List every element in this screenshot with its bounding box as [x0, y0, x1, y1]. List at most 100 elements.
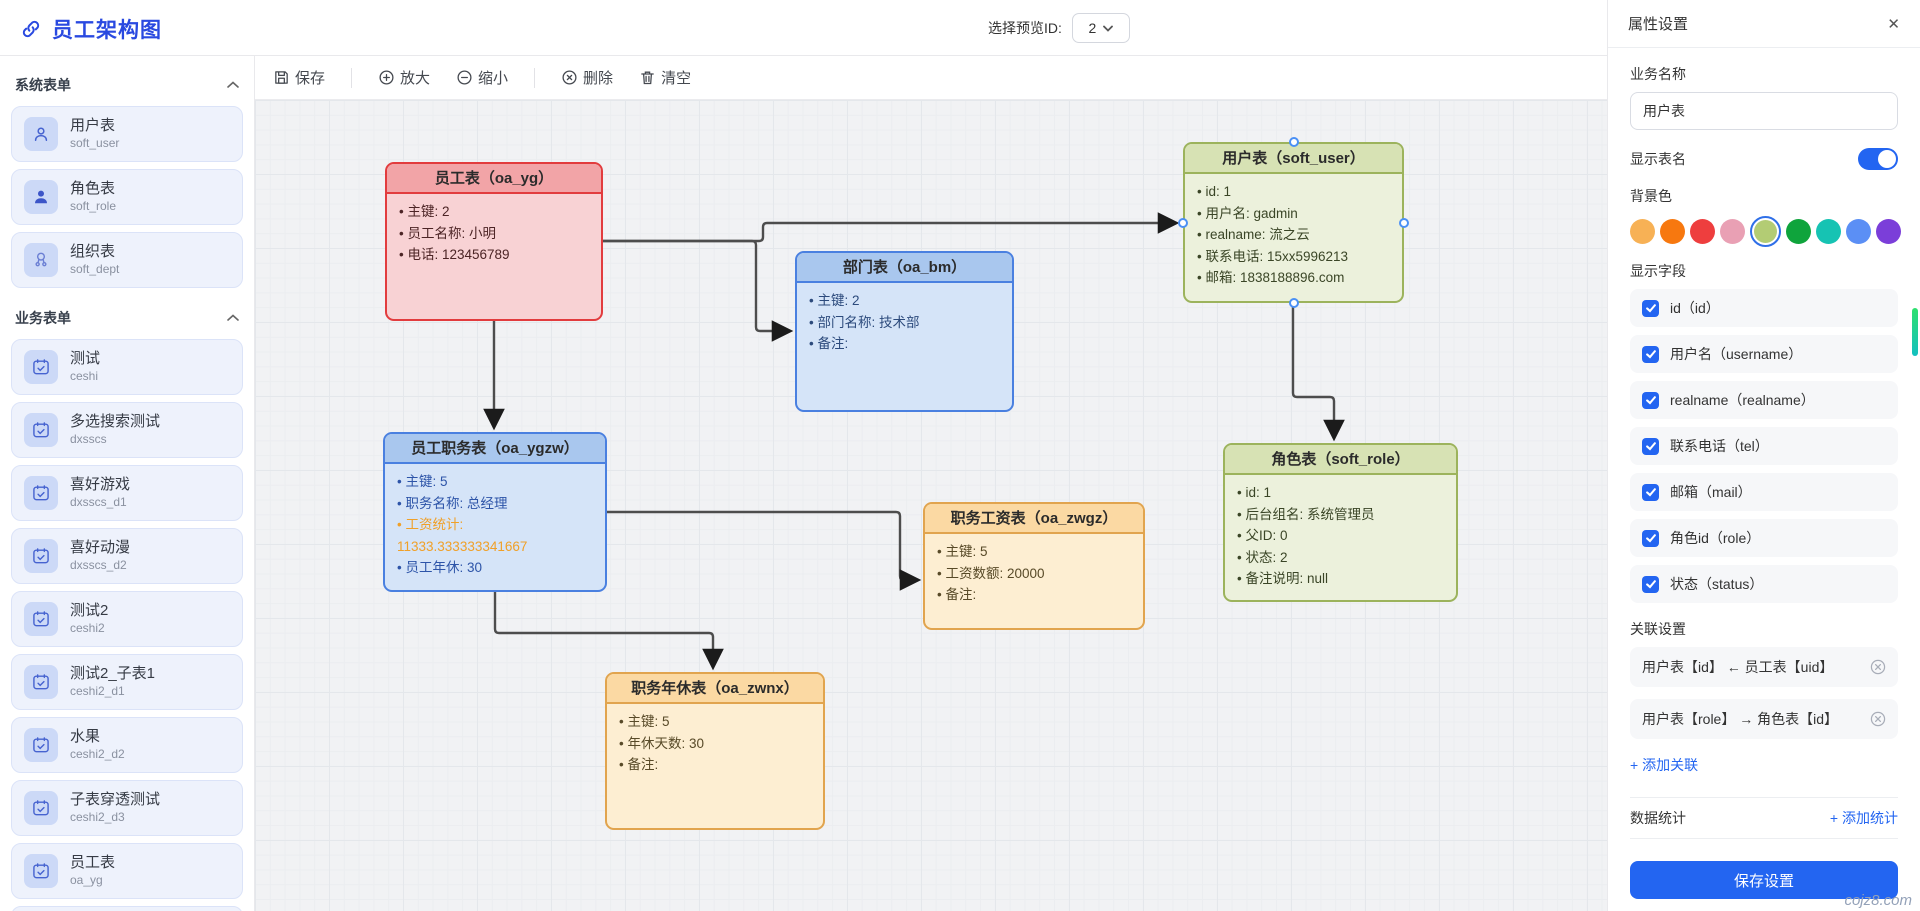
node-field: 状态: 2 — [1237, 547, 1444, 569]
checkbox-checked-icon[interactable] — [1642, 438, 1659, 455]
add-relation-link[interactable]: + 添加关联 — [1630, 755, 1698, 775]
field-row-realname[interactable]: realname（realname） — [1630, 381, 1898, 419]
color-swatch[interactable] — [1630, 219, 1655, 244]
sidebar-item-soft-dept[interactable]: 组织表 soft_dept — [11, 232, 243, 288]
connection-point-top[interactable] — [1289, 137, 1299, 147]
node-field: 备注: — [809, 333, 1000, 355]
form-icon — [24, 350, 58, 384]
checkbox-checked-icon[interactable] — [1642, 392, 1659, 409]
form-icon — [24, 413, 58, 447]
relation-row: 用户表【id】 ← 员工表【uid】 — [1630, 647, 1898, 687]
table-node-oa-zwgz[interactable]: 职务工资表（oa_zwgz） 主键: 5 工资数额: 20000 备注: — [923, 502, 1145, 630]
sidebar-item-partial[interactable] — [11, 906, 243, 911]
sidebar-item-dxsscs-d1[interactable]: 喜好游戏dxsscs_d1 — [11, 465, 243, 521]
color-swatch[interactable] — [1786, 219, 1811, 244]
color-swatch[interactable] — [1816, 219, 1841, 244]
zoom-out-label: 缩小 — [478, 67, 508, 88]
sidebar-item-ceshi2-d3[interactable]: 子表穿透测试ceshi2_d3 — [11, 780, 243, 836]
table-node-soft-role[interactable]: 角色表（soft_role） id: 1 后台组名: 系统管理员 父ID: 0 … — [1223, 443, 1458, 602]
sidebar-item-dxsscs[interactable]: 多选搜索测试dxsscs — [11, 402, 243, 458]
color-swatch[interactable] — [1876, 219, 1901, 244]
chevron-up-icon[interactable] — [227, 314, 239, 322]
connection-point-right[interactable] — [1399, 218, 1409, 228]
color-swatch[interactable] — [1660, 219, 1685, 244]
field-row-username[interactable]: 用户名（username） — [1630, 335, 1898, 373]
field-row-id[interactable]: id（id） — [1630, 289, 1898, 327]
node-field: 主键: 5 — [619, 711, 811, 733]
toolbar-divider — [351, 68, 352, 88]
field-row-mail[interactable]: 邮箱（mail） — [1630, 473, 1898, 511]
color-swatch[interactable] — [1720, 219, 1745, 244]
section-business-forms[interactable]: 业务表单 — [11, 303, 243, 333]
checkbox-checked-icon[interactable] — [1642, 484, 1659, 501]
checkbox-checked-icon[interactable] — [1642, 576, 1659, 593]
close-icon[interactable]: ✕ — [1887, 15, 1900, 33]
sidebar-item-soft-role[interactable]: 角色表 soft_role — [11, 169, 243, 225]
node-title: 员工职务表（oa_ygzw） — [385, 434, 605, 464]
form-icon — [24, 476, 58, 510]
sidebar-item-ceshi2-d2[interactable]: 水果ceshi2_d2 — [11, 717, 243, 773]
section-system-forms[interactable]: 系统表单 — [11, 70, 243, 100]
field-row-role[interactable]: 角色id（role） — [1630, 519, 1898, 557]
clear-button[interactable]: 清空 — [639, 67, 691, 88]
color-swatch[interactable] — [1690, 219, 1715, 244]
table-node-oa-ygzw[interactable]: 员工职务表（oa_ygzw） 主键: 5 职务名称: 总经理 工资统计: 113… — [383, 432, 607, 592]
checkbox-checked-icon[interactable] — [1642, 530, 1659, 547]
sidebar-item-label: 测试2_子表1 — [70, 665, 155, 684]
table-node-soft-user[interactable]: 用户表（soft_user） id: 1 用户名: gadmin realnam… — [1183, 142, 1404, 303]
connection-point-left[interactable] — [1178, 218, 1188, 228]
form-icon — [24, 665, 58, 699]
section-title: 业务表单 — [15, 308, 71, 328]
zoom-in-button[interactable]: 放大 — [378, 67, 430, 88]
relation-text: 用户表【role】 → 角色表【id】 — [1642, 709, 1838, 729]
field-label: 邮箱（mail） — [1670, 482, 1752, 502]
table-node-oa-yg[interactable]: 员工表（oa_yg） 主键: 2 员工名称: 小明 电话: 123456789 — [385, 162, 603, 321]
sidebar-item-code: soft_dept — [70, 262, 119, 277]
color-swatch-selected[interactable] — [1750, 216, 1781, 247]
business-name-input[interactable] — [1630, 92, 1898, 130]
remove-relation-icon[interactable] — [1870, 711, 1886, 727]
delete-button[interactable]: 删除 — [561, 67, 613, 88]
user-icon — [24, 117, 58, 151]
delete-label: 删除 — [583, 67, 613, 88]
sidebar-item-dxsscs-d2[interactable]: 喜好动漫dxsscs_d2 — [11, 528, 243, 584]
remove-relation-icon[interactable] — [1870, 659, 1886, 675]
table-node-oa-zwnx[interactable]: 职务年休表（oa_zwnx） 主键: 5 年休天数: 30 备注: — [605, 672, 825, 830]
sidebar-item-label: 子表穿透测试 — [70, 791, 160, 810]
sidebar-item-oa-yg[interactable]: 员工表oa_yg — [11, 843, 243, 899]
sidebar-item-label: 喜好动漫 — [70, 539, 130, 558]
sidebar-item-ceshi[interactable]: 测试ceshi — [11, 339, 243, 395]
add-stats-link[interactable]: + 添加统计 — [1830, 808, 1898, 828]
sidebar-item-ceshi2[interactable]: 测试2ceshi2 — [11, 591, 243, 647]
form-icon — [24, 539, 58, 573]
node-field: 用户名: gadmin — [1197, 203, 1390, 225]
data-stats-label: 数据统计 — [1630, 808, 1686, 828]
save-icon — [273, 69, 290, 86]
sidebar-item-soft-user[interactable]: 用户表 soft_user — [11, 106, 243, 162]
checkbox-checked-icon[interactable] — [1642, 300, 1659, 317]
chevron-up-icon[interactable] — [227, 81, 239, 89]
checkbox-checked-icon[interactable] — [1642, 346, 1659, 363]
node-title: 用户表（soft_user） — [1185, 144, 1402, 174]
node-field: 后台组名: 系统管理员 — [1237, 504, 1444, 526]
preview-id-select[interactable]: 2 — [1072, 13, 1130, 43]
color-swatch[interactable] — [1846, 219, 1871, 244]
show-table-name-toggle[interactable] — [1858, 148, 1898, 170]
connection-point-bottom[interactable] — [1289, 298, 1299, 308]
scrollbar-thumb[interactable] — [1912, 308, 1918, 356]
sidebar-item-ceshi2-d1[interactable]: 测试2_子表1ceshi2_d1 — [11, 654, 243, 710]
node-title: 员工表（oa_yg） — [387, 164, 601, 194]
sidebar-item-label: 水果 — [70, 728, 125, 747]
diagram-canvas[interactable]: 员工表（oa_yg） 主键: 2 员工名称: 小明 电话: 123456789 … — [255, 100, 1607, 911]
table-node-oa-bm[interactable]: 部门表（oa_bm） 主键: 2 部门名称: 技术部 备注: — [795, 251, 1014, 412]
field-row-tel[interactable]: 联系电话（tel） — [1630, 427, 1898, 465]
node-title: 职务工资表（oa_zwgz） — [925, 504, 1143, 534]
relation-row: 用户表【role】 → 角色表【id】 — [1630, 699, 1898, 739]
display-fields-label: 显示字段 — [1630, 261, 1898, 281]
node-title: 部门表（oa_bm） — [797, 253, 1012, 283]
save-button[interactable]: 保存 — [273, 67, 325, 88]
field-row-status[interactable]: 状态（status） — [1630, 565, 1898, 603]
sidebar-item-label: 喜好游戏 — [70, 476, 130, 495]
node-field: 员工名称: 小明 — [399, 223, 589, 245]
zoom-out-button[interactable]: 缩小 — [456, 67, 508, 88]
